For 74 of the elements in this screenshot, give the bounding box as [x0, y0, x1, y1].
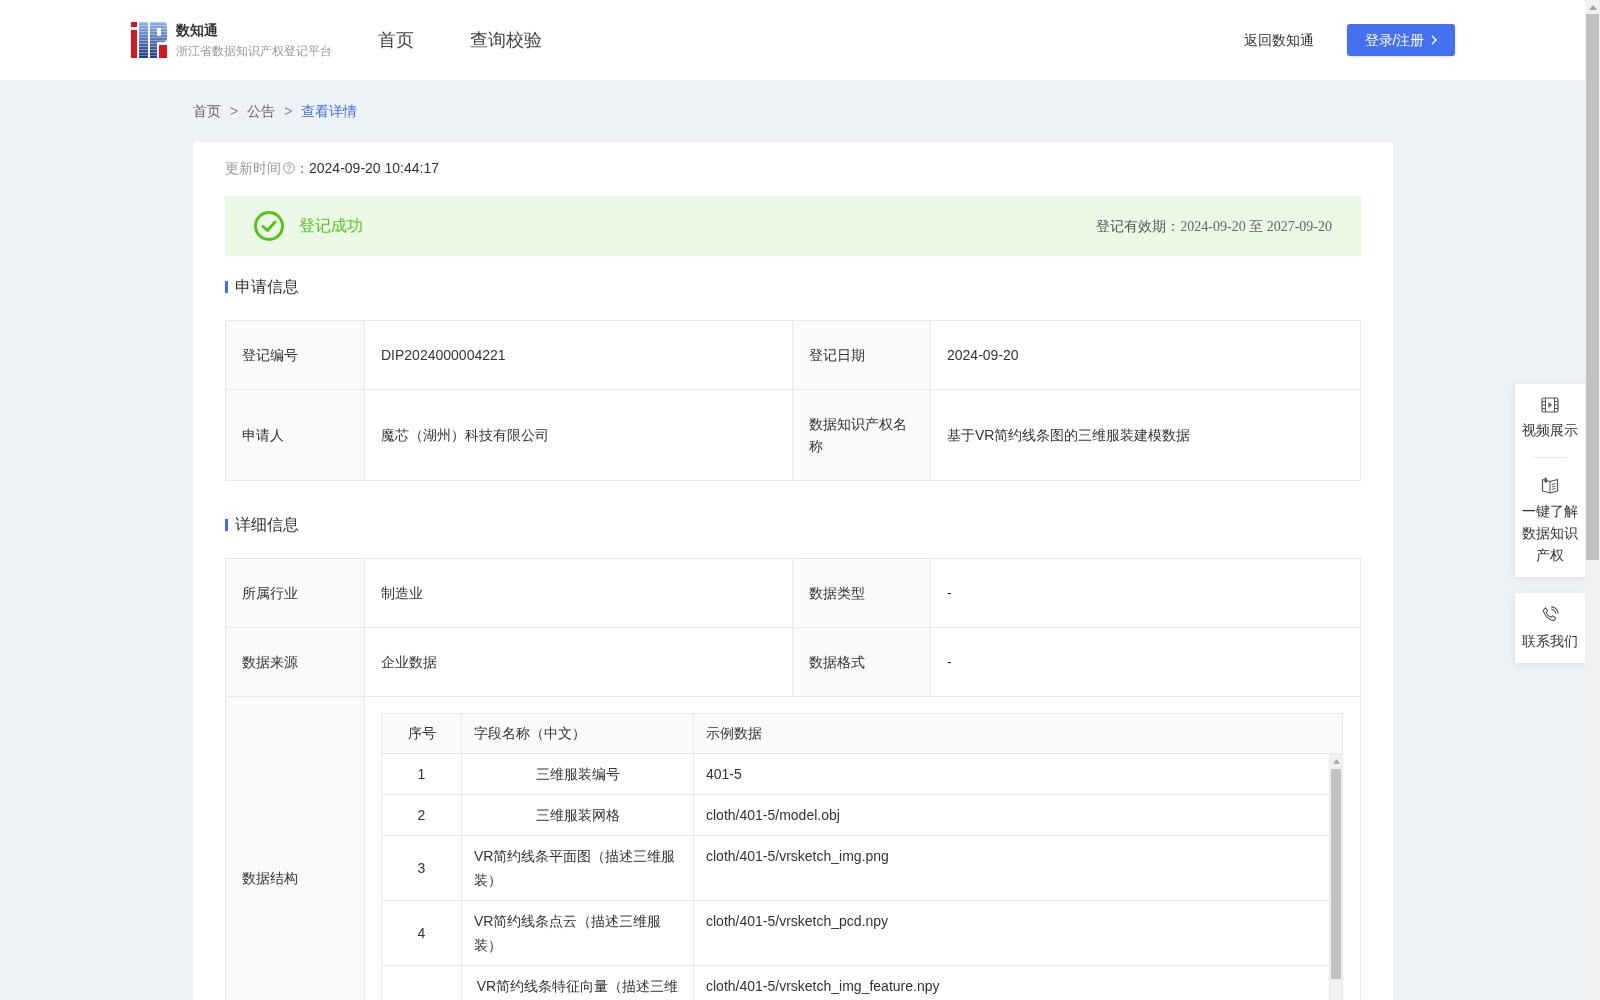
field-label: 数据来源	[225, 627, 365, 697]
side-panel-label: 联系我们	[1521, 632, 1579, 651]
field-value: DIP2024000004221	[364, 320, 793, 390]
breadcrumb-link[interactable]: 查看详情	[301, 100, 358, 122]
field-label: 数据结构	[225, 696, 365, 1000]
field-value: 企业数据	[364, 627, 793, 697]
table-cell-text: cloth/401-5/vrsketch_img_feature.npy	[706, 977, 940, 996]
table-cell: 3	[382, 836, 462, 900]
side-panel-item[interactable]: 一键了解数据知识产权	[1521, 476, 1579, 566]
section-marker	[225, 519, 228, 531]
validity-label: 登记有效期：	[1096, 216, 1181, 236]
field-value: 魔芯（湖州）科技有限公司	[364, 389, 793, 481]
table-cell-text: 401-5	[706, 765, 742, 784]
scroll-up-icon[interactable]	[1332, 759, 1340, 764]
page-scrollbar[interactable]	[1585, 0, 1600, 1000]
table-cell: 2	[382, 795, 462, 835]
update-time-label: 更新时间	[225, 158, 281, 178]
field-label: 数据知识产权名称	[792, 389, 931, 481]
chevron-right-icon	[1431, 35, 1438, 45]
scroll-up-icon[interactable]	[1588, 5, 1597, 10]
field-value: 基于VR简约线条图的三维服装建模数据	[930, 389, 1361, 481]
table-cell-text: VR简约线条特征向量（描述三维	[476, 977, 679, 996]
table-cell: 1	[382, 754, 462, 794]
back-link[interactable]: 返回数知通	[1244, 30, 1314, 50]
phone-icon	[1541, 606, 1559, 624]
help-icon[interactable]	[283, 162, 295, 174]
login-register-button[interactable]: 登录/注册	[1347, 24, 1455, 56]
side-panel-item[interactable]: 视频展示	[1521, 397, 1579, 441]
table-cell-text: cloth/401-5/vrsketch_img.png	[706, 847, 889, 866]
table-cell: 4	[382, 901, 462, 965]
field-label: 数据格式	[792, 627, 931, 697]
column-header: 字段名称（中文）	[462, 714, 694, 753]
site-title: 数知通	[176, 21, 219, 39]
breadcrumb-link[interactable]: 公告	[247, 100, 276, 122]
breadcrumb-separator: >	[230, 101, 239, 121]
section-marker	[225, 281, 228, 293]
field-label: 登记编号	[225, 320, 365, 390]
table-cell-text: cloth/401-5/vrsketch_pcd.npy	[706, 912, 889, 931]
side-panel-item[interactable]: 联系我们	[1521, 606, 1579, 652]
logo-icon[interactable]	[131, 22, 167, 58]
field-value: -	[930, 558, 1361, 628]
nav-link[interactable]: 查询校验	[470, 27, 542, 53]
table-cell-text: 三维服装编号	[535, 765, 620, 784]
label-colon: ：	[295, 158, 309, 178]
field-value: -	[930, 627, 1361, 697]
field-value: 2024-09-20	[930, 320, 1361, 390]
scrollbar-thumb[interactable]	[1331, 769, 1341, 979]
table-cell-text: 三维服装网格	[535, 806, 620, 825]
side-panel-label: 视频展示	[1521, 421, 1579, 440]
update-time-value: 2024-09-20 10:44:17	[309, 158, 439, 178]
status-text: 登记成功	[299, 216, 363, 236]
section-title: 详细信息	[235, 515, 299, 535]
side-panel-label: 一键了解数据知识产权	[1521, 502, 1579, 565]
breadcrumb-link[interactable]: 首页	[193, 100, 221, 122]
field-label: 数据类型	[792, 558, 931, 628]
site-subtitle: 浙江省数据知识产权登记平台	[176, 43, 332, 59]
table-scrollbar[interactable]	[1330, 754, 1342, 1000]
table-cell-text: VR简约线条平面图（描述三维服装）	[474, 847, 677, 890]
video-icon	[1541, 397, 1559, 413]
section-title: 申请信息	[235, 277, 299, 297]
field-label: 登记日期	[792, 320, 931, 390]
validity-dates: 2024-09-20 至 2027-09-20	[1180, 217, 1332, 236]
column-header: 示例数据	[705, 724, 763, 743]
scrollbar-thumb[interactable]	[1586, 14, 1599, 560]
table-cell-text: cloth/401-5/model.obj	[706, 806, 840, 825]
field-label: 申请人	[225, 389, 365, 481]
field-label: 所属行业	[225, 558, 365, 628]
nav-link[interactable]: 首页	[378, 27, 414, 53]
field-value: 制造业	[364, 558, 793, 628]
breadcrumb-separator: >	[284, 101, 293, 121]
book-icon	[1541, 476, 1559, 494]
check-circle-icon	[254, 211, 284, 241]
table-cell-text: VR简约线条点云（描述三维服装）	[474, 912, 663, 955]
column-header: 序号	[382, 714, 462, 753]
